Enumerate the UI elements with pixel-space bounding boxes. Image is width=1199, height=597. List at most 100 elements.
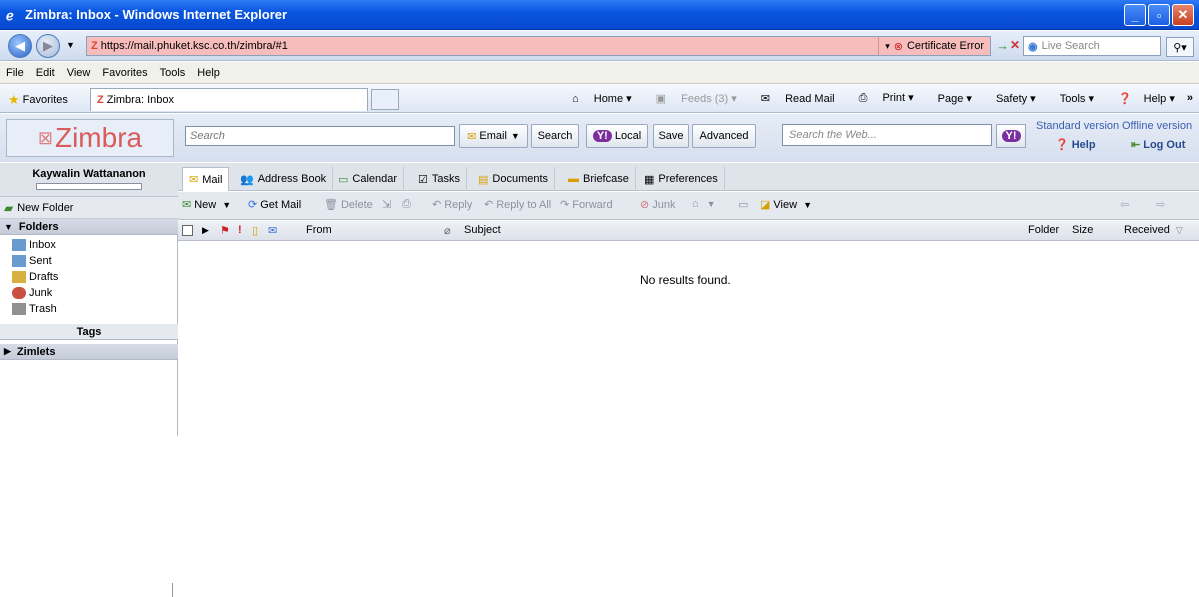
select-all-checkbox[interactable]: [182, 225, 193, 236]
command-bar: ⌂ Home ▾ ▣ Feeds (3) ▾ ✉ Read Mail ⎙ Pri…: [548, 91, 1193, 105]
web-search-button[interactable]: Y!: [996, 124, 1026, 148]
forward-button[interactable]: ↷ Forward: [560, 198, 613, 212]
view-icon: ◪: [760, 199, 771, 211]
chevron-down-icon: ▼: [803, 199, 812, 210]
previous-page-icon[interactable]: ⇦: [1120, 198, 1129, 211]
new-message-icon: ✉: [182, 199, 192, 211]
zimbra-logo[interactable]: ⊠ Zimbra: [6, 119, 174, 157]
favorites-button[interactable]: ★ Favorites: [8, 92, 68, 108]
column-size[interactable]: Size: [1072, 224, 1093, 236]
close-button[interactable]: ✕: [1172, 4, 1194, 26]
status-icon[interactable]: ✉: [268, 224, 277, 237]
message-list-header: ▶ ⚑ ! ▯ ✉ From ⌀ Subject Folder Size Rec…: [178, 221, 1199, 241]
advanced-search-button[interactable]: Advanced: [692, 124, 756, 148]
tab-documents[interactable]: ▤ Documents: [472, 167, 556, 191]
tasks-icon: ☑: [418, 173, 428, 186]
search-icon: ⚲▾: [1173, 41, 1187, 54]
tab-preferences[interactable]: ▦ Preferences: [638, 167, 725, 191]
read-mail-button[interactable]: ✉ Read Mail: [749, 92, 835, 105]
menu-tools[interactable]: Tools: [160, 67, 186, 79]
user-name: Kaywalin Wattananon: [32, 168, 146, 180]
quota-bar: [36, 183, 142, 190]
new-folder-button[interactable]: ▰ New Folder: [0, 197, 178, 219]
home-button[interactable]: ⌂ Home ▾: [560, 92, 632, 105]
help-link[interactable]: ❓ Help: [1055, 138, 1096, 152]
envelope-icon: ✉: [467, 130, 477, 143]
search-button[interactable]: Search: [531, 124, 579, 148]
local-search-button[interactable]: Y! Local: [586, 124, 648, 148]
folder-inbox[interactable]: Inbox: [12, 237, 56, 253]
go-icon[interactable]: →: [996, 38, 1009, 53]
chevron-more-icon[interactable]: »: [1187, 92, 1193, 104]
history-dropdown-icon[interactable]: ▼: [66, 40, 75, 50]
tab-mail[interactable]: ✉ Mail: [182, 167, 230, 191]
folder-drafts[interactable]: Drafts: [12, 269, 58, 285]
tab-briefcase[interactable]: ▬ Briefcase: [562, 167, 636, 191]
menu-edit[interactable]: Edit: [36, 67, 55, 79]
sash-handle[interactable]: [172, 583, 178, 597]
web-search-input[interactable]: Search the Web...: [782, 124, 992, 146]
detach-icon[interactable]: ▭: [738, 198, 748, 211]
new-tab-button[interactable]: [371, 89, 399, 110]
tab-address-book[interactable]: 👥 Address Book: [234, 167, 334, 191]
email-search-type-dropdown[interactable]: ✉ Email ▼: [459, 124, 528, 148]
tags-header[interactable]: Tags: [0, 324, 178, 340]
get-mail-button[interactable]: ⟳ Get Mail: [248, 198, 301, 212]
logout-link[interactable]: ⇤ Log Out: [1131, 138, 1185, 152]
certificate-error-button[interactable]: ▾ ⊗ Certificate Error: [878, 37, 990, 55]
forward-button[interactable]: ▶: [36, 34, 60, 58]
minimize-button[interactable]: _: [1124, 4, 1146, 26]
live-search-input[interactable]: ◉ Live Search: [1023, 36, 1161, 56]
expand-icon[interactable]: ▶: [202, 225, 209, 236]
back-button[interactable]: ◀: [8, 34, 32, 58]
menu-file[interactable]: File: [6, 67, 24, 79]
tag-button[interactable]: ⌂ ▼: [692, 198, 716, 210]
folder-trash[interactable]: Trash: [12, 301, 57, 317]
attachment-icon[interactable]: ⌀: [444, 224, 451, 237]
feeds-button[interactable]: ▣ Feeds (3) ▾: [644, 92, 737, 105]
print-icon[interactable]: ⎙: [402, 198, 411, 211]
menu-help[interactable]: Help: [197, 67, 220, 79]
column-from[interactable]: From: [306, 224, 332, 236]
browser-tab[interactable]: Z Zimbra: Inbox: [90, 88, 368, 111]
reply-all-button[interactable]: ↶ Reply to All: [484, 198, 551, 212]
menu-favorites[interactable]: Favorites: [102, 67, 147, 79]
zimbra-header: ⊠ Zimbra Search ✉ Email ▼ Search Y! Loca…: [0, 114, 1199, 162]
maximize-button[interactable]: ▫: [1148, 4, 1170, 26]
print-button[interactable]: ⎙ Print ▾: [847, 91, 914, 105]
address-bar[interactable]: Z https://mail.phuket.ksc.co.th/zimbra/#…: [86, 36, 991, 56]
next-page-icon[interactable]: ⇨: [1156, 198, 1165, 211]
view-button[interactable]: ◪ View ▼: [760, 198, 812, 212]
window-title-bar: ℯ Zimbra: Inbox - Windows Internet Explo…: [0, 0, 1199, 30]
move-icon[interactable]: ⇲: [382, 198, 391, 211]
tab-calendar[interactable]: ▭ Calendar: [332, 167, 405, 191]
folder-junk[interactable]: Junk: [12, 285, 52, 301]
safety-menu[interactable]: Safety ▾: [984, 92, 1036, 105]
menu-view[interactable]: View: [67, 67, 91, 79]
favorites-bar: ★ Favorites Z Zimbra: Inbox ⌂ Home ▾ ▣ F…: [0, 85, 1199, 113]
search-input[interactable]: Search: [185, 126, 455, 146]
tools-menu[interactable]: Tools ▾: [1048, 92, 1094, 105]
folder-sent[interactable]: Sent: [12, 253, 52, 269]
column-received[interactable]: Received ▽: [1124, 224, 1183, 236]
help-menu[interactable]: ❓ Help ▾: [1106, 92, 1175, 105]
page-menu[interactable]: Page ▾: [926, 92, 972, 105]
priority-icon[interactable]: !: [238, 224, 242, 236]
reply-button[interactable]: ↶ Reply: [432, 198, 472, 212]
save-search-button[interactable]: Save: [653, 124, 689, 148]
column-subject[interactable]: Subject: [464, 224, 501, 236]
offline-version-link[interactable]: Offline version: [1122, 120, 1192, 132]
search-button[interactable]: ⚲▾: [1166, 37, 1194, 57]
delete-button[interactable]: 🗑 Delete: [324, 198, 373, 212]
tab-tasks[interactable]: ☑ Tasks: [412, 167, 467, 191]
stop-icon[interactable]: ✕: [1010, 38, 1020, 52]
tag-icon[interactable]: ▯: [252, 224, 258, 237]
standard-version-link[interactable]: Standard version: [1036, 120, 1119, 132]
folders-header[interactable]: ▼ Folders: [0, 219, 178, 235]
flag-icon[interactable]: ⚑: [220, 224, 230, 237]
zimlets-header[interactable]: ▶ Zimlets: [0, 344, 178, 360]
junk-button[interactable]: ⊘ Junk: [640, 198, 675, 212]
new-button[interactable]: ✉ New ▼: [182, 198, 231, 212]
logout-icon: ⇤: [1131, 139, 1141, 151]
column-folder[interactable]: Folder: [1028, 224, 1059, 236]
